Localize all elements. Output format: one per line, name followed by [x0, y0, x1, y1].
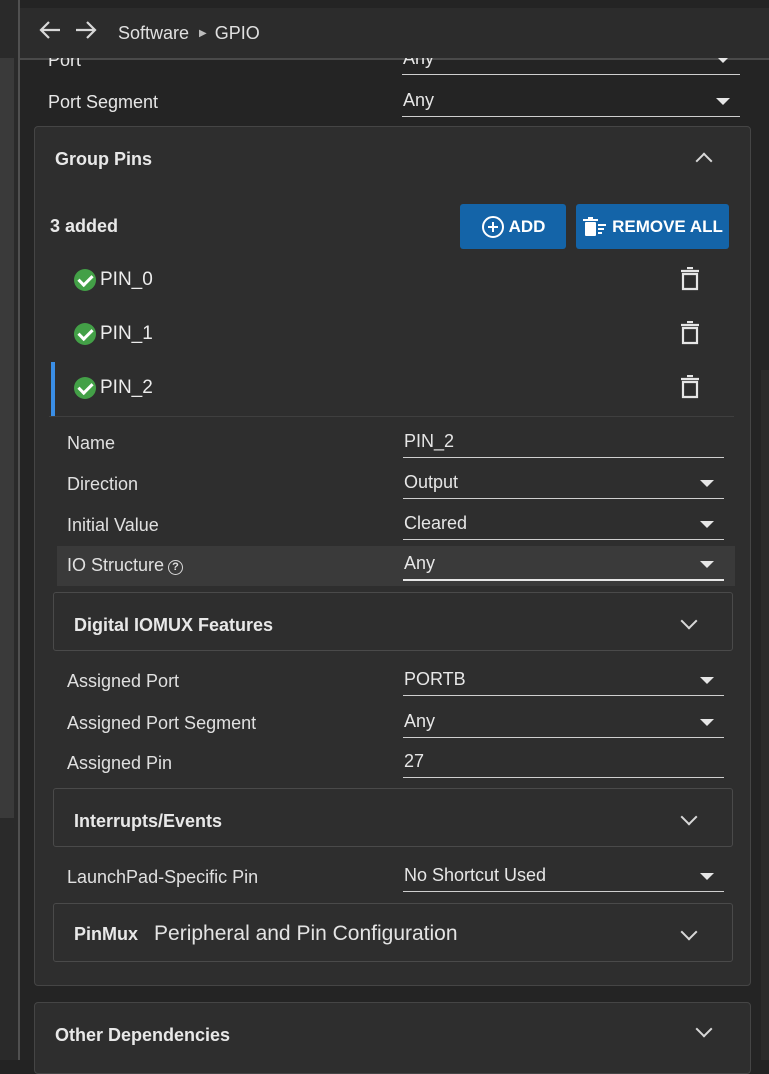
port-segment-row: Port Segment Any — [48, 86, 740, 118]
pin-row[interactable]: PIN_0 — [49, 254, 734, 308]
assigned-port-row: Assigned Port PORTB — [67, 665, 725, 701]
assigned-pin-row: Assigned Pin 27 — [67, 747, 725, 783]
chevron-up-icon[interactable] — [695, 152, 713, 170]
remove-all-button[interactable]: REMOVE ALL — [576, 204, 729, 249]
top-nav-bar: Software ▶ GPIO — [20, 8, 769, 60]
remove-all-label: REMOVE ALL — [612, 216, 723, 236]
name-label: Name — [67, 433, 116, 453]
left-divider — [18, 0, 20, 1060]
breadcrumb-separator-icon: ▶ — [199, 27, 207, 39]
io-structure-label-text: IO Structure — [67, 555, 165, 575]
add-button[interactable]: ADD — [460, 204, 566, 249]
initial-value-select[interactable]: Cleared — [403, 509, 724, 540]
interrupts-events-section[interactable]: Interrupts/Events — [53, 788, 733, 847]
direction-label: Direction — [67, 474, 139, 494]
pinmux-title-text: PinMux — [74, 924, 139, 944]
chevron-down-icon — [680, 808, 698, 826]
initial-value-label: Initial Value — [67, 515, 159, 535]
launchpad-pin-label: LaunchPad-Specific Pin — [67, 867, 259, 887]
launchpad-pin-value: No Shortcut Used — [404, 865, 547, 885]
assigned-port-segment-label: Assigned Port Segment — [67, 713, 257, 733]
launchpad-pin-select[interactable]: No Shortcut Used — [403, 861, 724, 892]
help-icon[interactable]: ? — [168, 560, 184, 575]
name-value: PIN_2 — [404, 431, 455, 451]
direction-row: Direction Output — [67, 468, 725, 504]
chevron-down-icon — [716, 98, 730, 105]
pin-name: PIN_1 — [100, 323, 153, 344]
pinmux-description: Peripheral and Pin Configuration — [154, 922, 458, 945]
chevron-down-icon — [700, 873, 714, 880]
port-segment-select[interactable]: Any — [402, 86, 740, 117]
other-dependencies-title: Other Dependencies — [55, 1025, 231, 1045]
io-structure-row: IO Structure? Any — [57, 546, 735, 586]
delete-sweep-icon — [582, 216, 608, 238]
digital-iomux-section[interactable]: Digital IOMUX Features — [53, 592, 733, 651]
added-count: 3 added — [50, 216, 119, 236]
add-label: ADD — [508, 216, 546, 236]
group-pins-panel: Group Pins 3 added ADD REMOVE ALL PIN_0 … — [34, 126, 751, 986]
assigned-port-value: PORTB — [404, 669, 466, 689]
gutter-strip — [0, 58, 14, 818]
check-circle-icon — [74, 377, 96, 399]
arrow-left-icon[interactable] — [32, 19, 68, 47]
left-gutter — [0, 0, 18, 1060]
pinmux-section[interactable]: PinMux Peripheral and Pin Configuration — [53, 903, 733, 962]
scrollbar[interactable] — [761, 370, 769, 1060]
port-segment-label: Port Segment — [48, 92, 159, 112]
arrow-right-icon[interactable] — [68, 19, 104, 47]
pin-row-selected[interactable]: PIN_2 — [49, 362, 734, 416]
name-row: Name PIN_2 — [67, 427, 725, 463]
direction-select[interactable]: Output — [403, 468, 724, 499]
add-circle-icon — [481, 215, 505, 239]
chevron-down-icon — [700, 677, 714, 684]
initial-value-row: Initial Value Cleared — [67, 509, 725, 545]
check-circle-icon — [74, 323, 96, 345]
assigned-pin-label: Assigned Pin — [67, 753, 173, 773]
direction-value: Output — [404, 472, 459, 492]
check-circle-icon — [74, 269, 96, 291]
other-dependencies-panel[interactable]: Other Dependencies — [34, 1002, 751, 1074]
pin-name: PIN_2 — [100, 377, 153, 398]
assigned-port-select[interactable]: PORTB — [403, 665, 724, 696]
pin-row[interactable]: PIN_1 — [49, 308, 734, 362]
digital-iomux-title: Digital IOMUX Features — [74, 615, 274, 635]
io-structure-label: IO Structure? — [67, 555, 184, 576]
launchpad-pin-row: LaunchPad-Specific Pin No Shortcut Used — [67, 861, 725, 897]
chevron-down-icon — [700, 719, 714, 726]
io-structure-select[interactable]: Any — [403, 549, 724, 581]
divider — [49, 416, 734, 417]
pinmux-title: PinMux Peripheral and Pin Configuration — [74, 922, 458, 946]
chevron-down-icon — [700, 521, 714, 528]
assigned-port-segment-value: Any — [404, 711, 436, 731]
assigned-pin-value: 27 — [404, 751, 425, 771]
assigned-port-label: Assigned Port — [67, 671, 180, 691]
breadcrumb-software[interactable]: Software — [118, 23, 189, 44]
chevron-down-icon — [700, 480, 714, 487]
initial-value-value: Cleared — [404, 513, 468, 533]
chevron-down-icon — [695, 1020, 713, 1038]
trash-icon[interactable] — [680, 320, 700, 350]
chevron-down-icon — [680, 923, 698, 941]
assigned-port-segment-row: Assigned Port Segment Any — [67, 707, 725, 743]
breadcrumb-gpio: GPIO — [214, 22, 260, 43]
io-structure-value: Any — [404, 553, 436, 573]
chevron-down-icon — [700, 561, 714, 568]
name-input[interactable]: PIN_2 — [403, 427, 724, 458]
chevron-down-icon — [680, 612, 698, 630]
selection-indicator — [51, 362, 55, 416]
pin-name: PIN_0 — [100, 269, 153, 290]
port-segment-value: Any — [403, 90, 435, 110]
group-pins-title: Group Pins — [55, 149, 153, 169]
assigned-pin-input[interactable]: 27 — [403, 747, 724, 778]
trash-icon[interactable] — [680, 374, 700, 404]
app-window: Software ▶ GPIO Port Any Port Segment An… — [0, 0, 769, 1074]
interrupts-events-title: Interrupts/Events — [74, 811, 223, 831]
assigned-port-segment-select[interactable]: Any — [403, 707, 724, 738]
trash-icon[interactable] — [680, 266, 700, 296]
